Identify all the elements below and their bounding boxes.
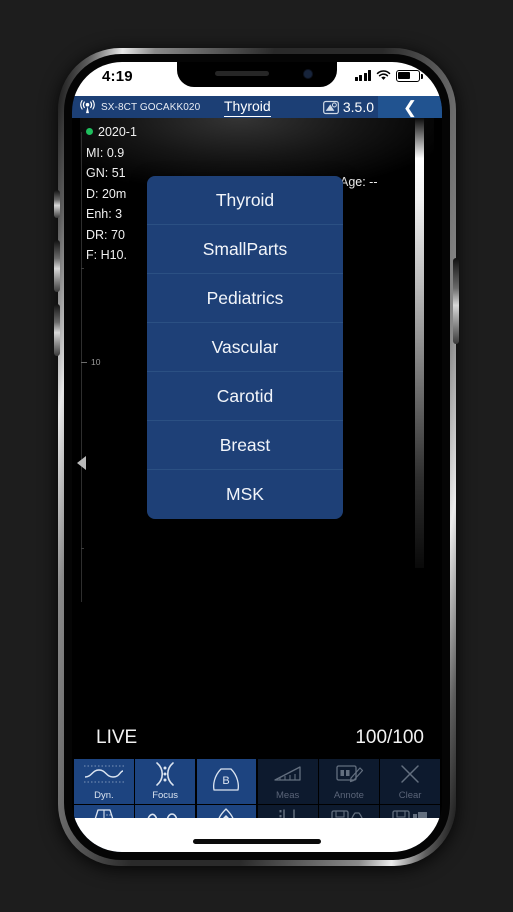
earpiece-speaker — [215, 71, 269, 76]
mute-switch[interactable] — [54, 190, 60, 218]
key-label: Focus — [152, 789, 179, 801]
dropdown-item-vascular[interactable]: Vascular — [147, 323, 343, 372]
key-annote[interactable]: Annote — [319, 759, 379, 804]
ios-status-bar: 4:19 — [72, 62, 442, 96]
key-clear[interactable]: Clear — [380, 759, 440, 804]
dropdown-item-breast[interactable]: Breast — [147, 421, 343, 470]
home-bar[interactable] — [193, 839, 321, 844]
dropdown-item-carotid[interactable]: Carotid — [147, 372, 343, 421]
info-line: D: 20m — [86, 186, 127, 201]
probe-frequency-icon — [322, 100, 339, 114]
scan-info-panel: 2020-1 MI: 0.9 GN: 51 D: 20m Enh: 3 DR: … — [86, 122, 137, 266]
volume-down-button[interactable] — [54, 304, 60, 356]
clock: 4:19 — [102, 68, 133, 85]
annotate-icon — [319, 759, 379, 790]
info-line: Enh: 3 — [86, 207, 123, 221]
dynamic-range-icon — [74, 759, 134, 790]
key-focus[interactable]: Focus — [135, 759, 195, 804]
key-meas[interactable]: Meas — [257, 759, 318, 804]
wifi-icon — [376, 70, 391, 81]
key-label: Dyn. — [94, 789, 114, 801]
battery-icon — [396, 70, 423, 82]
grayscale-reference-bar — [415, 118, 424, 568]
green-dot-icon — [86, 128, 93, 135]
info-line-text: 2020-1 — [98, 125, 137, 139]
patient-age-label: Age: -- — [340, 175, 378, 189]
dropdown-item-pediatrics[interactable]: Pediatrics — [147, 274, 343, 323]
phone-screen: 4:19 SX-8CT GOCAKK020 Thyroid 3.5.0 ❮ 10… — [72, 62, 442, 852]
broadcast-icon — [80, 99, 95, 113]
ruler-tick-major — [81, 362, 87, 363]
dropdown-item-msk[interactable]: MSK — [147, 470, 343, 519]
info-line: F: H10. — [86, 248, 127, 262]
screenshot-scene: 4:19 SX-8CT GOCAKK020 Thyroid 3.5.0 ❮ 10… — [0, 0, 513, 912]
key-dyn[interactable]: Dyn. — [74, 759, 134, 804]
depth-label: 10 — [91, 357, 101, 367]
focus-triangle-icon[interactable] — [77, 456, 86, 470]
svg-text:B: B — [223, 775, 230, 787]
volume-up-button[interactable] — [54, 240, 60, 292]
key-label: Meas — [276, 789, 300, 801]
clear-x-icon — [380, 759, 440, 790]
key-bmode[interactable]: B — [196, 759, 257, 804]
ultrasound-image-area[interactable]: 10 2020-1 MI: 0.9 GN: 51 D: 20m Enh: 3 D… — [72, 118, 442, 722]
back-button[interactable]: ❮ — [378, 96, 442, 118]
info-line: MI: 0.9 — [86, 145, 125, 160]
preset-dropdown-menu[interactable]: Thyroid SmallParts Pediatrics Vascular C… — [147, 176, 343, 519]
key-label: Clear — [398, 789, 422, 801]
frequency-label: 3.5.0 — [342, 99, 374, 115]
app-title-bar: SX-8CT GOCAKK020 Thyroid 3.5.0 ❮ — [72, 96, 442, 118]
cellular-bars-icon — [354, 70, 371, 82]
dropdown-item-smallparts[interactable]: SmallParts — [147, 225, 343, 274]
chevron-left-icon: ❮ — [402, 97, 418, 117]
front-camera-icon — [303, 69, 313, 79]
ruler-tick-minor — [81, 548, 84, 549]
info-line: DR: 70 — [86, 227, 125, 242]
b-mode-icon: B — [197, 759, 257, 802]
status-bar: LIVE 100/100 — [72, 722, 442, 759]
frame-counter: 100/100 — [355, 727, 424, 748]
dropdown-item-thyroid[interactable]: Thyroid — [147, 176, 343, 225]
live-mode-label: LIVE — [96, 727, 138, 748]
power-button[interactable] — [453, 258, 459, 344]
info-line: 2020-1 — [86, 122, 137, 143]
info-line: GN: 51 — [86, 166, 126, 180]
status-icons — [354, 70, 423, 82]
ruler-tick-minor — [81, 268, 84, 269]
probe-status: SX-8CT GOCAKK020 — [72, 99, 201, 115]
appbar-right-group: 3.5.0 ❮ — [322, 96, 442, 118]
home-indicator-area — [72, 818, 442, 852]
key-label: Annote — [333, 789, 364, 801]
notch — [177, 62, 337, 87]
measure-icon — [258, 759, 318, 790]
probe-id-label: SX-8CT GOCAKK020 — [101, 101, 201, 113]
depth-ruler — [81, 132, 82, 602]
focus-icon — [135, 759, 195, 790]
preset-selector[interactable]: Thyroid — [224, 97, 271, 117]
